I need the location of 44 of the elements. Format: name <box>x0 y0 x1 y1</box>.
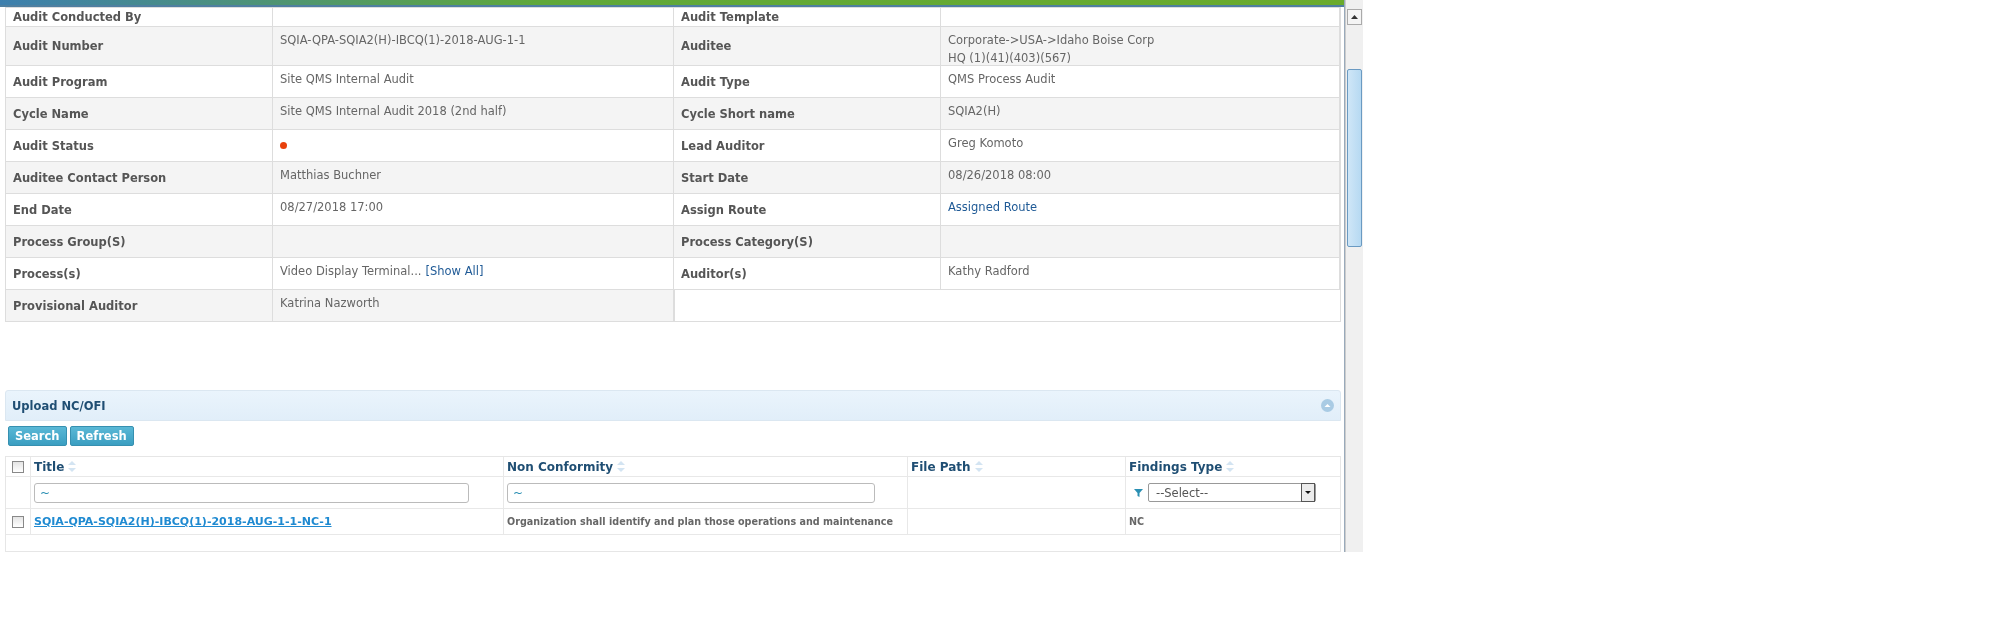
field-label: Start Date <box>674 162 941 193</box>
field-label: Process Category(S) <box>674 226 941 257</box>
column-header[interactable]: Title <box>34 459 65 474</box>
title-link[interactable]: SQIA-QPA-SQIA2(H)-IBCQ(1)-2018-AUG-1-1-NC-1 <box>34 515 332 528</box>
field-value: QMS Process Audit <box>948 72 1056 86</box>
field-value: HQ (1)(41)(403)(567) <box>948 51 1073 65</box>
field-label: Audit Number <box>6 27 273 65</box>
panel-title: Upload NC/OFI <box>12 398 106 413</box>
filter-input[interactable]: ~ <box>34 482 469 503</box>
field-value: Site QMS Internal Audit <box>280 72 414 86</box>
field-label: Auditee Contact Person <box>6 162 273 193</box>
field-label: Cycle Short name <box>674 98 941 129</box>
field-value: Corporate->USA->Idaho Boise Corp <box>948 33 1156 47</box>
column-header[interactable]: File Path <box>911 459 971 474</box>
scrollbar-thumb[interactable] <box>1347 69 1362 247</box>
field-value: 08/27/2018 17:00 <box>280 200 384 214</box>
scrollbar[interactable] <box>1345 0 1363 552</box>
collapse-icon[interactable] <box>1321 399 1334 412</box>
field-value: Video Display Terminal... <box>280 264 422 278</box>
field-value: Kathy Radford <box>948 264 1030 278</box>
select-all-checkbox[interactable] <box>12 460 24 473</box>
field-value: SQIA-QPA-SQIA2(H)-IBCQ(1)-2018-AUG-1-1 <box>280 33 526 47</box>
column-header[interactable]: Findings Type <box>1129 459 1223 474</box>
field-label: Process Group(S) <box>6 226 273 257</box>
filter-icon[interactable] <box>1134 488 1143 497</box>
route-link[interactable]: Assigned Route <box>948 200 1038 214</box>
table-cell: Organization shall identify and plan those operations and maintenance <box>507 516 894 527</box>
table-cell: NC <box>1129 516 1145 527</box>
column-header[interactable]: Non Conformity <box>507 459 614 474</box>
row-checkbox[interactable] <box>12 515 24 528</box>
field-value: SQIA2(H) <box>948 104 1001 118</box>
scroll-up-button[interactable] <box>1347 9 1362 25</box>
filter-input[interactable]: ~ <box>507 482 875 503</box>
field-label: Provisional Auditor <box>6 290 273 321</box>
field-value: Katrina Nazworth <box>280 296 380 310</box>
field-value: Matthias Buchner <box>280 168 382 182</box>
field-label: Auditee <box>674 27 941 65</box>
field-value: Greg Komoto <box>948 136 1024 150</box>
field-value: Site QMS Internal Audit 2018 (2nd half) <box>280 104 507 118</box>
show-all-link[interactable]: [Show All] <box>425 264 484 278</box>
findings-type-select[interactable]: --Select-- <box>1148 483 1316 502</box>
field-value: 08/26/2018 08:00 <box>948 168 1052 182</box>
up-arrow-icon[interactable] <box>1351 15 1358 19</box>
field-label: Cycle Name <box>6 98 273 129</box>
